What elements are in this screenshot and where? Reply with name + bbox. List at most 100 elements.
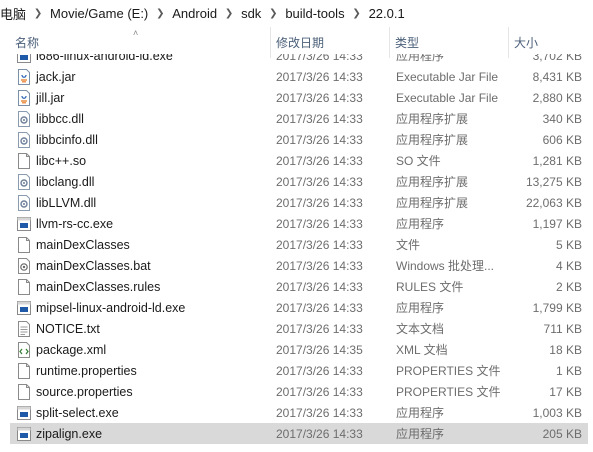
file-type: PROPERTIES 文件: [396, 364, 501, 378]
file-date: 2017/3/26 14:33: [276, 237, 363, 252]
file-name: libc++.so: [36, 153, 87, 168]
file-type: 应用程序: [396, 217, 445, 231]
file-type: 应用程序扩展: [396, 196, 469, 210]
file-list[interactable]: i686-linux-android-ld.exe 2017/3/26 14:33…: [10, 54, 588, 452]
file-row[interactable]: i686-linux-android-ld.exe 2017/3/26 14:33…: [10, 54, 588, 66]
file-row[interactable]: llvm-rs-cc.exe 2017/3/26 14:33 应用程序 1,197 K…: [10, 213, 588, 234]
file-type: RULES 文件: [396, 280, 464, 294]
file-row[interactable]: libbcinfo.dll 2017/3/26 14:33 应用程序扩展 606 KB: [10, 129, 588, 150]
file-name: mipsel-linux-android-ld.exe: [36, 300, 186, 315]
file-size: 5 KB: [555, 237, 582, 252]
file-name: NOTICE.txt: [36, 321, 100, 336]
file-size: 1,281 KB: [532, 153, 582, 168]
file-type: Windows 批处理...: [396, 259, 495, 273]
file-name: libclang.dll: [36, 174, 95, 189]
dll-icon: [17, 174, 31, 190]
file-size: 606 KB: [542, 132, 582, 147]
file-date: 2017/3/26 14:33: [276, 300, 363, 315]
file-row[interactable]: jill.jar 2017/3/26 14:33 Executable Jar Fi…: [10, 87, 588, 108]
breadcrumb-item-sdk[interactable]: sdk: [237, 6, 265, 21]
breadcrumb-item-drive[interactable]: Movie/Game (E:): [46, 6, 152, 21]
file-row[interactable]: zipalign.exe 2017/3/26 14:33 应用程序 205 KB: [10, 423, 588, 444]
file-size: 205 KB: [542, 426, 582, 441]
file-row[interactable]: source.properties 2017/3/26 14:33 PROPERTI…: [10, 381, 588, 402]
file-row[interactable]: mipsel-linux-android-ld.exe 2017/3/26 14:…: [10, 297, 588, 318]
file-icon: [17, 153, 31, 169]
file-row[interactable]: mainDexClasses 2017/3/26 14:33 文件 5 KB: [10, 234, 588, 255]
file-type: 应用程序扩展: [396, 175, 469, 189]
breadcrumb-item-version[interactable]: 22.0.1: [365, 6, 409, 21]
jar-icon: [17, 90, 31, 106]
file-name: package.xml: [36, 342, 107, 357]
file-size: 2,880 KB: [532, 90, 582, 105]
file-size: 3,702 KB: [532, 54, 582, 63]
exe-icon: [17, 300, 31, 316]
file-date: 2017/3/26 14:33: [276, 363, 363, 378]
txt-icon: [17, 321, 31, 337]
file-row[interactable]: libclang.dll 2017/3/26 14:33 应用程序扩展 13,275 …: [10, 171, 588, 192]
file-name: jack.jar: [36, 69, 76, 84]
file-row[interactable]: runtime.properties 2017/3/26 14:33 PROPERT…: [10, 360, 588, 381]
file-type: PROPERTIES 文件: [396, 385, 501, 399]
file-row[interactable]: libbcc.dll 2017/3/26 14:33 应用程序扩展 340 KB: [10, 108, 588, 129]
file-date: 2017/3/26 14:33: [276, 258, 363, 273]
chevron-right-icon[interactable]: ❯: [152, 8, 168, 19]
file-type: 文本文档: [396, 322, 445, 336]
file-name: zipalign.exe: [36, 426, 103, 441]
xml-icon: [17, 342, 31, 358]
file-icon: [17, 384, 31, 400]
file-size: 2 KB: [555, 279, 582, 294]
file-row[interactable]: libc++.so 2017/3/26 14:33 SO 文件 1,281 KB: [10, 150, 588, 171]
jar-icon: [17, 69, 31, 85]
file-date: 2017/3/26 14:33: [276, 111, 363, 126]
file-size: 1,799 KB: [532, 300, 582, 315]
file-size: 13,275 KB: [525, 174, 582, 189]
file-name: llvm-rs-cc.exe: [36, 216, 114, 231]
file-row[interactable]: jack.jar 2017/3/26 14:33 Executable Jar Fi…: [10, 66, 588, 87]
file-type: 应用程序: [396, 301, 445, 315]
file-row[interactable]: package.xml 2017/3/26 14:35 XML 文档 18 KB: [10, 339, 588, 360]
dll-icon: [17, 111, 31, 127]
file-date: 2017/3/26 14:33: [276, 132, 363, 147]
file-size: 340 KB: [542, 111, 582, 126]
file-date: 2017/3/26 14:33: [276, 216, 363, 231]
file-date: 2017/3/26 14:33: [276, 69, 363, 84]
file-type: XML 文档: [396, 343, 448, 357]
file-date: 2017/3/26 14:33: [276, 384, 363, 399]
breadcrumb-item-pc[interactable]: 电脑: [0, 4, 30, 23]
breadcrumb-item-android[interactable]: Android: [168, 6, 221, 21]
exe-icon: [17, 405, 31, 421]
file-type: 文件: [396, 238, 421, 252]
file-row[interactable]: libLLVM.dll 2017/3/26 14:33 应用程序扩展 22,063 K…: [10, 192, 588, 213]
file-date: 2017/3/26 14:33: [276, 195, 363, 210]
chevron-right-icon[interactable]: ❯: [349, 8, 365, 19]
file-row[interactable]: mainDexClasses.bat 2017/3/26 14:33 Windows…: [10, 255, 588, 276]
chevron-right-icon[interactable]: ❯: [30, 8, 46, 19]
file-date: 2017/3/26 14:33: [276, 90, 363, 105]
bat-icon: [17, 258, 31, 274]
file-name: mainDexClasses.bat: [36, 258, 151, 273]
breadcrumb-item-build-tools[interactable]: build-tools: [281, 6, 348, 21]
file-row[interactable]: split-select.exe 2017/3/26 14:33 应用程序 1,003…: [10, 402, 588, 423]
file-date: 2017/3/26 14:33: [276, 426, 363, 441]
file-name: mainDexClasses: [36, 237, 130, 252]
file-size: 4 KB: [555, 258, 582, 273]
file-row[interactable]: mainDexClasses.rules 2017/3/26 14:33 RULES…: [10, 276, 588, 297]
chevron-right-icon[interactable]: ❯: [265, 8, 281, 19]
chevron-right-icon[interactable]: ❯: [221, 8, 237, 19]
file-type: 应用程序: [396, 406, 445, 420]
file-size: 1 KB: [555, 363, 582, 378]
file-name: mainDexClasses.rules: [36, 279, 161, 294]
file-name: source.properties: [36, 384, 133, 399]
file-date: 2017/3/26 14:33: [276, 405, 363, 420]
file-size: 17 KB: [549, 384, 582, 399]
file-name: split-select.exe: [36, 405, 119, 420]
dll-icon: [17, 132, 31, 148]
file-date: 2017/3/26 14:33: [276, 174, 363, 189]
file-name: libbcinfo.dll: [36, 132, 98, 147]
file-size: 22,063 KB: [525, 195, 582, 210]
file-size: 18 KB: [549, 342, 582, 357]
file-row[interactable]: NOTICE.txt 2017/3/26 14:33 文本文档 711 KB: [10, 318, 588, 339]
file-size: 1,003 KB: [532, 405, 582, 420]
dll-icon: [17, 195, 31, 211]
